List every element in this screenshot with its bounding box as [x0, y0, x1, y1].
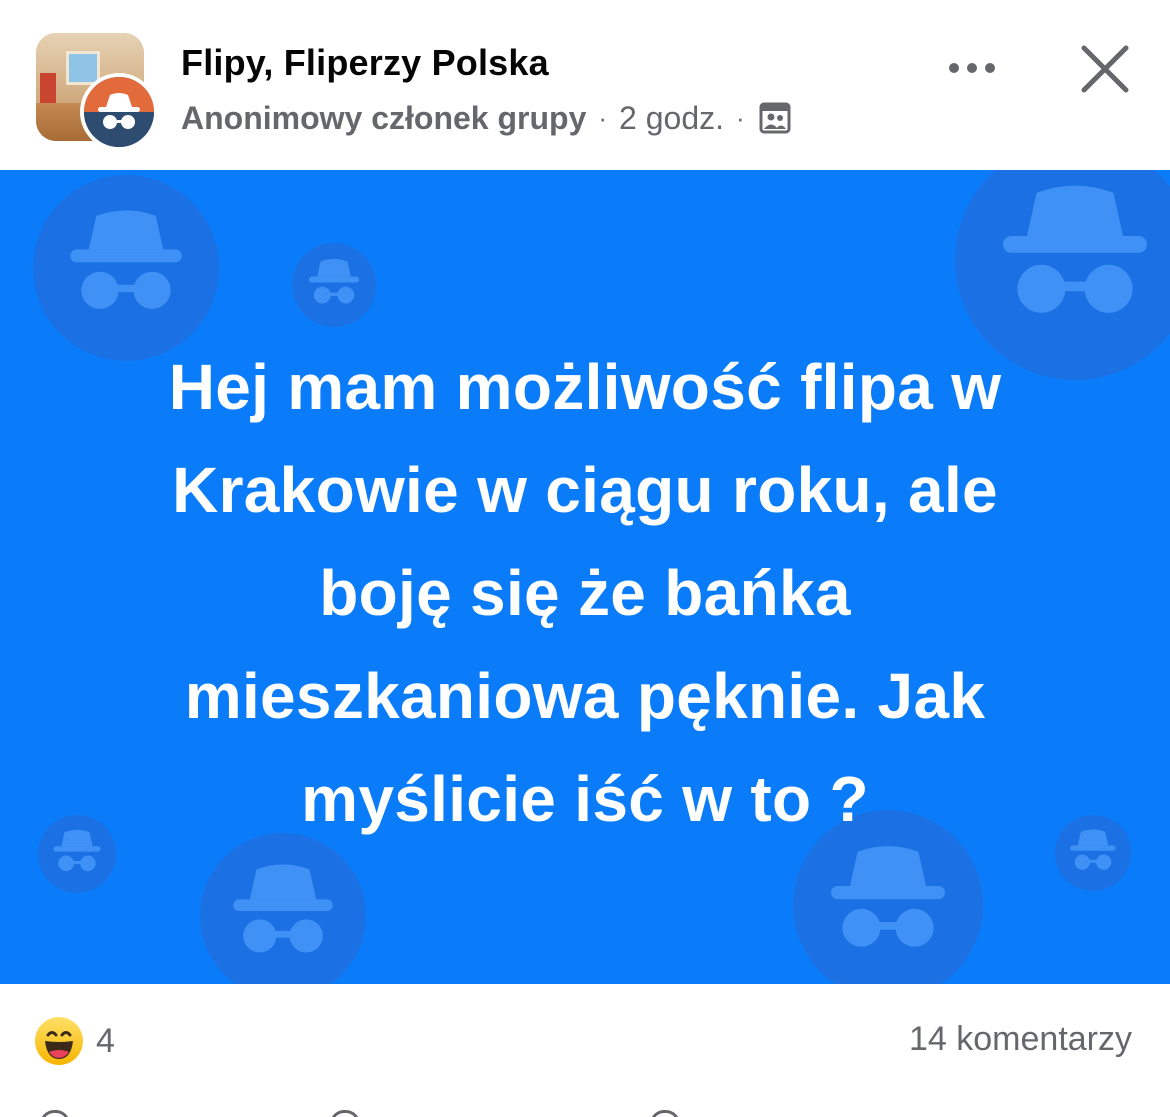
post-text-line: mieszkaniowa pęknie. Jak	[184, 660, 986, 732]
post-text-line: Krakowie w ciągu roku, ale	[172, 454, 998, 526]
author-name[interactable]: Anonimowy członek grupy	[181, 100, 586, 137]
post-footer: 4 14 komentarzy	[0, 984, 1170, 1117]
post-meta: Anonimowy członek grupy · 2 godz. ·	[181, 98, 791, 138]
meta-separator: ·	[598, 102, 608, 133]
post-text-line: Hej mam możliwość flipa w	[168, 351, 1002, 423]
close-x-icon[interactable]	[1076, 40, 1134, 98]
haha-emoji-icon	[35, 1017, 83, 1065]
reaction-count: 4	[96, 1021, 115, 1060]
post-text-line: boję się że bańka	[319, 557, 851, 629]
post-content-card[interactable]: Hej mam możliwość flipa w Krakowie w cią…	[0, 170, 1170, 984]
group-members-icon	[759, 102, 791, 134]
incognito-pattern-icon	[200, 833, 366, 984]
post-text-line: myślicie iść w to ?	[301, 763, 869, 835]
incognito-pattern-icon	[292, 243, 376, 327]
post-card: Flipy, Fliperzy Polska Anonimowy członek…	[0, 0, 1170, 1117]
incognito-pattern-icon	[33, 175, 219, 361]
more-dots-icon	[985, 63, 995, 73]
meta-separator-2: ·	[736, 102, 745, 133]
reactions-summary[interactable]: 4	[34, 1016, 115, 1066]
like-icon[interactable]	[40, 1110, 70, 1117]
more-options-button[interactable]	[940, 48, 1004, 88]
more-dots-icon	[949, 63, 959, 73]
group-name[interactable]: Flipy, Fliperzy Polska	[181, 42, 549, 84]
action-bar-partial	[0, 1110, 1170, 1117]
comment-icon[interactable]	[330, 1110, 360, 1117]
anonymous-incognito-icon	[80, 73, 158, 151]
post-header: Flipy, Fliperzy Polska Anonimowy członek…	[0, 0, 1170, 170]
more-dots-icon	[967, 63, 977, 73]
post-text: Hej mam możliwość flipa w Krakowie w cią…	[60, 336, 1110, 851]
comments-count-link[interactable]: 14 komentarzy	[909, 1020, 1132, 1059]
share-icon[interactable]	[650, 1110, 680, 1117]
post-time[interactable]: 2 godz.	[619, 100, 724, 137]
avatar-photo-detail	[40, 73, 56, 107]
